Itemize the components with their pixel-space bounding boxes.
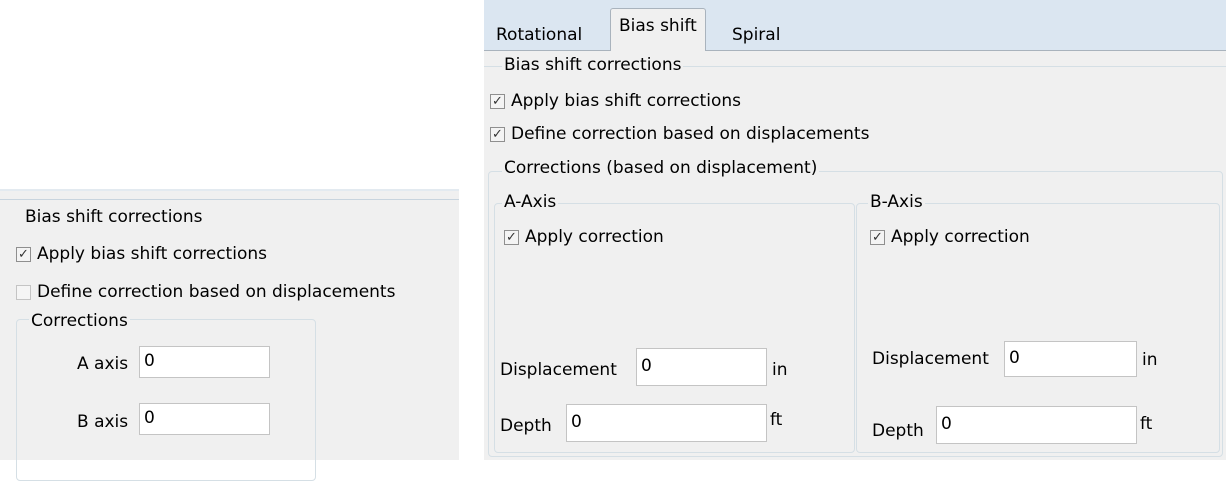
a-axis-displacement-label: Displacement [500,360,617,380]
define-correction-checkbox[interactable]: Define correction based on displacements [16,282,395,302]
corrections-group-title: Corrections (based on displacement) [502,158,820,178]
a-axis-depth-input[interactable]: 0 [566,404,767,442]
apply-bias-shift-checkbox[interactable]: ✓ Apply bias shift corrections [16,244,267,264]
left-panel: Bias shift corrections ✓ Apply bias shif… [0,189,459,481]
apply-bias-shift-checkbox[interactable]: ✓ Apply bias shift corrections [490,91,741,111]
b-axis-apply-label: Apply correction [891,227,1030,247]
checkbox-check-icon: ✓ [16,246,31,262]
tab-strip [484,0,1226,51]
a-axis-depth-unit: ft [770,410,783,430]
bias-shift-group-title: Bias shift corrections [502,55,684,75]
checkbox-check-icon: ✓ [870,229,885,245]
apply-bias-shift-label: Apply bias shift corrections [37,244,267,264]
b-axis-displacement-label: Displacement [872,349,989,369]
a-axis-input[interactable]: 0 [139,346,270,378]
b-axis-label: B axis [77,412,129,432]
b-axis-depth-label: Depth [872,421,924,441]
b-axis-apply-checkbox[interactable]: ✓ Apply correction [870,227,1030,247]
checkbox-check-icon: ✓ [504,229,519,245]
b-axis-depth-unit: ft [1140,414,1153,434]
left-panel-divider [0,199,459,200]
b-axis-displacement-input[interactable]: 0 [1004,341,1137,377]
checkbox-check-icon: ✓ [490,126,505,142]
define-correction-checkbox[interactable]: ✓ Define correction based on displacemen… [490,124,869,144]
b-axis-group-title: B-Axis [868,192,925,212]
apply-bias-shift-label: Apply bias shift corrections [511,91,741,111]
a-axis-label: A axis [77,354,129,374]
right-panel: Rotational Bias shift Spiral Bias shift … [484,0,1226,460]
left-panel-top-line [0,189,459,191]
a-axis-apply-label: Apply correction [525,227,664,247]
b-axis-depth-input[interactable]: 0 [936,406,1137,444]
a-axis-displacement-input[interactable]: 0 [636,348,767,386]
checkbox-check-icon: ✓ [490,93,505,109]
a-axis-displacement-unit: in [772,360,788,380]
tab-bias-shift[interactable]: Bias shift [610,8,706,51]
define-correction-label: Define correction based on displacements [37,282,396,302]
tab-rotational[interactable]: Rotational [488,20,590,50]
b-axis-displacement-unit: in [1142,350,1158,370]
bias-shift-group-title: Bias shift corrections [23,207,205,227]
b-axis-input[interactable]: 0 [139,403,270,435]
tab-spiral[interactable]: Spiral [724,20,788,50]
a-axis-depth-label: Depth [500,416,552,436]
checkbox-empty-icon [16,284,31,300]
a-axis-group-title: A-Axis [502,192,559,212]
corrections-group-title: Corrections [29,311,130,331]
a-axis-apply-checkbox[interactable]: ✓ Apply correction [504,227,664,247]
define-correction-label: Define correction based on displacements [511,124,870,144]
corrections-groupbox [16,319,316,481]
